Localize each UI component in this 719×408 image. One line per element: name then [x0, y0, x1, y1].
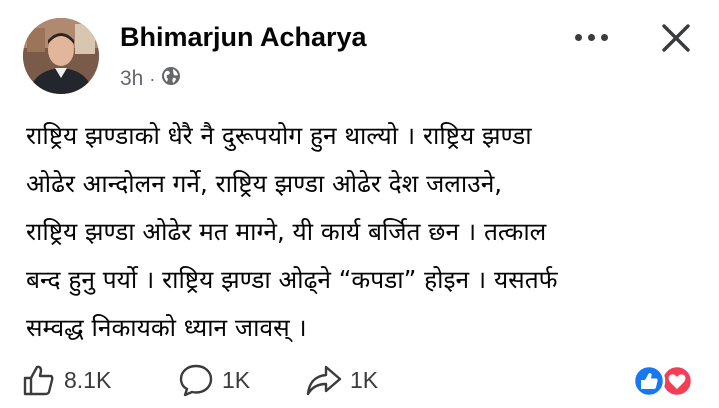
more-icon-dot	[600, 33, 608, 41]
post-meta: 3h ·	[120, 66, 181, 92]
meta-separator: ·	[149, 68, 156, 89]
post-text-line: राष्ट्रिय झण्डाको धेरै नै दुरूपयोग हुन थ…	[26, 121, 532, 150]
share-button[interactable]: 1K	[306, 360, 378, 400]
more-icon-dot	[574, 33, 582, 41]
post-text-line: सम्वद्ध निकायको ध्यान जावस् ।	[26, 313, 307, 342]
like-count: 8.1K	[64, 366, 112, 393]
like-button[interactable]: 8.1K	[22, 360, 111, 400]
more-options-button[interactable]	[568, 20, 614, 54]
avatar-image	[23, 18, 99, 94]
comment-count: 1K	[222, 366, 251, 393]
post-text-line: राष्ट्रिय झण्डा ओढेर मत माग्ने, यी कार्य…	[26, 217, 547, 246]
comment-button[interactable]: 1K	[178, 360, 250, 400]
close-button[interactable]	[656, 18, 696, 58]
love-reaction-icon	[660, 364, 694, 398]
author-name[interactable]: Bhimarjun Acharya	[120, 22, 367, 53]
share-icon	[306, 365, 342, 396]
post-text: राष्ट्रिय झण्डाको धेरै नै दुरूपयोग हुन थ…	[26, 112, 706, 352]
post-time[interactable]: 3h	[120, 67, 143, 91]
action-bar: 8.1K 1K 1K	[22, 360, 702, 400]
author-avatar[interactable]	[23, 18, 99, 94]
close-icon	[662, 24, 690, 52]
more-icon-dot	[587, 33, 595, 41]
share-count: 1K	[350, 366, 379, 393]
like-reaction-icon	[632, 364, 666, 398]
comment-icon	[179, 364, 213, 397]
post-text-line: ओढेर आन्दोलन गर्ने, राष्ट्रिय झण्डा ओढेर…	[26, 169, 503, 198]
post-text-line: बन्द हुनु पर्यो । राष्ट्रिय झण्डा ओढ्ने …	[26, 265, 558, 294]
thumbs-up-icon	[23, 365, 54, 396]
globe-icon[interactable]	[161, 66, 181, 92]
reactions-summary[interactable]	[630, 364, 698, 398]
